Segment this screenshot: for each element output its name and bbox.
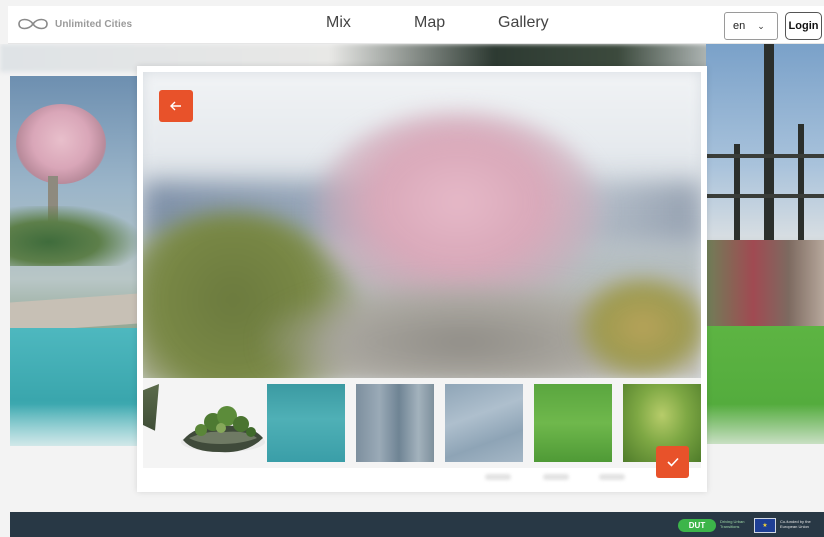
logo[interactable]: Unlimited Cities [16, 17, 132, 31]
infinity-logo-icon [18, 18, 48, 30]
nav-gallery[interactable]: Gallery [498, 14, 549, 32]
top-bar: Unlimited Cities Mix Map Gallery en ⌄ Lo… [8, 6, 824, 44]
thumbnail-grey-water[interactable] [356, 384, 434, 462]
chevron-down-icon: ⌄ [757, 20, 765, 31]
cherry-tree-image [16, 104, 106, 184]
floating-island-image [181, 406, 265, 453]
nav-map[interactable]: Map [414, 14, 445, 32]
thumbnail-turquoise-water[interactable] [267, 384, 345, 462]
language-value: en [733, 20, 746, 32]
thumbnail-strip[interactable] [143, 378, 701, 468]
right-scene-panel [706, 44, 824, 444]
arrow-left-icon [170, 101, 181, 111]
pagination-dots [143, 470, 701, 486]
blurred-preview-image [143, 72, 701, 378]
graffiti-wall-image [706, 240, 824, 330]
page-dot[interactable] [599, 474, 625, 480]
thumbnail-bright-grass[interactable] [534, 384, 612, 462]
dut-logo: DUT [678, 519, 716, 532]
left-scene-panel [10, 76, 138, 446]
logo-text: Unlimited Cities [55, 18, 133, 30]
nav-mix[interactable]: Mix [326, 14, 351, 32]
thumbnail-floating-island[interactable] [167, 384, 271, 462]
thumbnail-rippled-water[interactable] [445, 384, 523, 462]
footer: DUT Driving Urban Transitions ★ Co-funde… [10, 512, 824, 537]
dut-caption: Driving Urban Transitions [720, 519, 745, 529]
thumbnail-vegetation[interactable] [143, 384, 159, 431]
language-select[interactable]: en ⌄ [724, 12, 778, 40]
element-picker-modal [137, 66, 707, 492]
eu-flag-icon: ★ [754, 518, 776, 533]
back-button[interactable] [159, 90, 193, 122]
page-dot[interactable] [485, 474, 511, 480]
page-dot[interactable] [543, 474, 569, 480]
checkmark-icon [666, 457, 679, 467]
login-button[interactable]: Login [785, 12, 822, 40]
eu-funding-text: Co-funded by the European Union [780, 519, 811, 529]
